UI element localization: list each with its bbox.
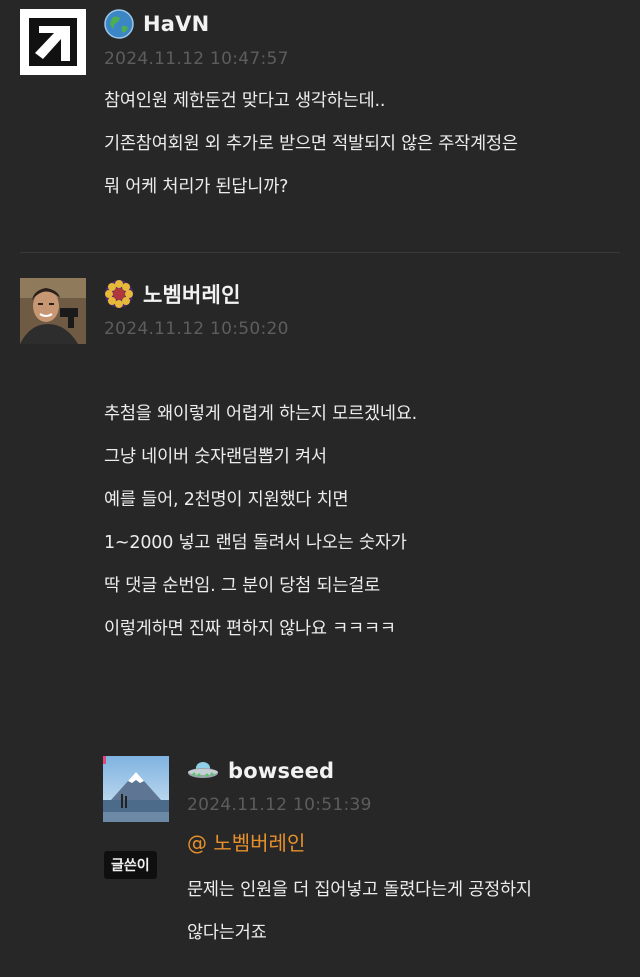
man-photo-icon <box>20 278 86 344</box>
author-name[interactable]: bowseed <box>228 759 334 783</box>
havn-name-row: HaVN <box>104 8 209 40</box>
arrow-logo-icon <box>20 9 86 75</box>
comment-line: 참여인원 제한둔건 맞다고 생각하는데.. <box>104 91 386 111</box>
comment-line: 않다는거죠 <box>187 923 267 943</box>
november-name-row: 노벰버레인 <box>104 278 241 310</box>
comment-havn: HaVN 2024.11.12 10:47:57 참여인원 제한둔건 맞다고 생… <box>0 0 640 250</box>
author-name[interactable]: 노벰버레인 <box>143 279 241 309</box>
comment-date: 2024.11.12 10:50:20 <box>104 319 289 339</box>
comment-line: 예를 들어, 2천명이 지원했다 치면 <box>104 490 349 510</box>
sunflower-badge-icon <box>104 279 134 309</box>
comment-date: 2024.11.12 10:51:39 <box>187 795 372 815</box>
comment-line: 딱 댓글 순번임. 그 분이 당첨 되는걸로 <box>104 576 381 596</box>
comment-line: 문제는 인원을 더 집어넣고 돌렸다는게 공정하지 <box>187 880 532 900</box>
writer-tag-badge: 글쓴이 <box>104 851 157 879</box>
author-name[interactable]: HaVN <box>143 12 209 36</box>
comment-line: 기존참여회원 외 추가로 받으면 적발되지 않은 주작계정은 <box>104 134 518 154</box>
comment-line: 그냥 네이버 숫자랜덤뽑기 켜서 <box>104 447 327 467</box>
comment-line: 뭐 어케 처리가 된답니까? <box>104 177 289 197</box>
november-avatar[interactable] <box>20 278 86 344</box>
reply-bowseed: 글쓴이 bowseed 2024.11.12 10:51:39 @ 노벰버레인 … <box>0 740 640 977</box>
comment-november-rain: 노벰버레인 2024.11.12 10:50:20 추첨을 왜이렇게 어렵게 하… <box>0 253 640 723</box>
bowseed-avatar[interactable] <box>103 756 169 822</box>
mention-link[interactable]: @ 노벰버레인 <box>187 827 305 856</box>
comment-line: 이렇게하면 진짜 편하지 않나요 ㅋㅋㅋㅋ <box>104 619 396 639</box>
ufo-badge-icon <box>187 759 219 783</box>
bowseed-name-row: bowseed <box>187 755 334 787</box>
mount-fuji-photo-icon <box>103 756 169 822</box>
comment-line: 1~2000 넣고 랜덤 돌려서 나오는 숫자가 <box>104 533 407 553</box>
havn-avatar[interactable] <box>20 9 86 75</box>
comment-date: 2024.11.12 10:47:57 <box>104 49 289 69</box>
comment-line: 추첨을 왜이렇게 어렵게 하는지 모르겠네요. <box>104 404 418 424</box>
earth-globe-icon <box>104 9 134 39</box>
